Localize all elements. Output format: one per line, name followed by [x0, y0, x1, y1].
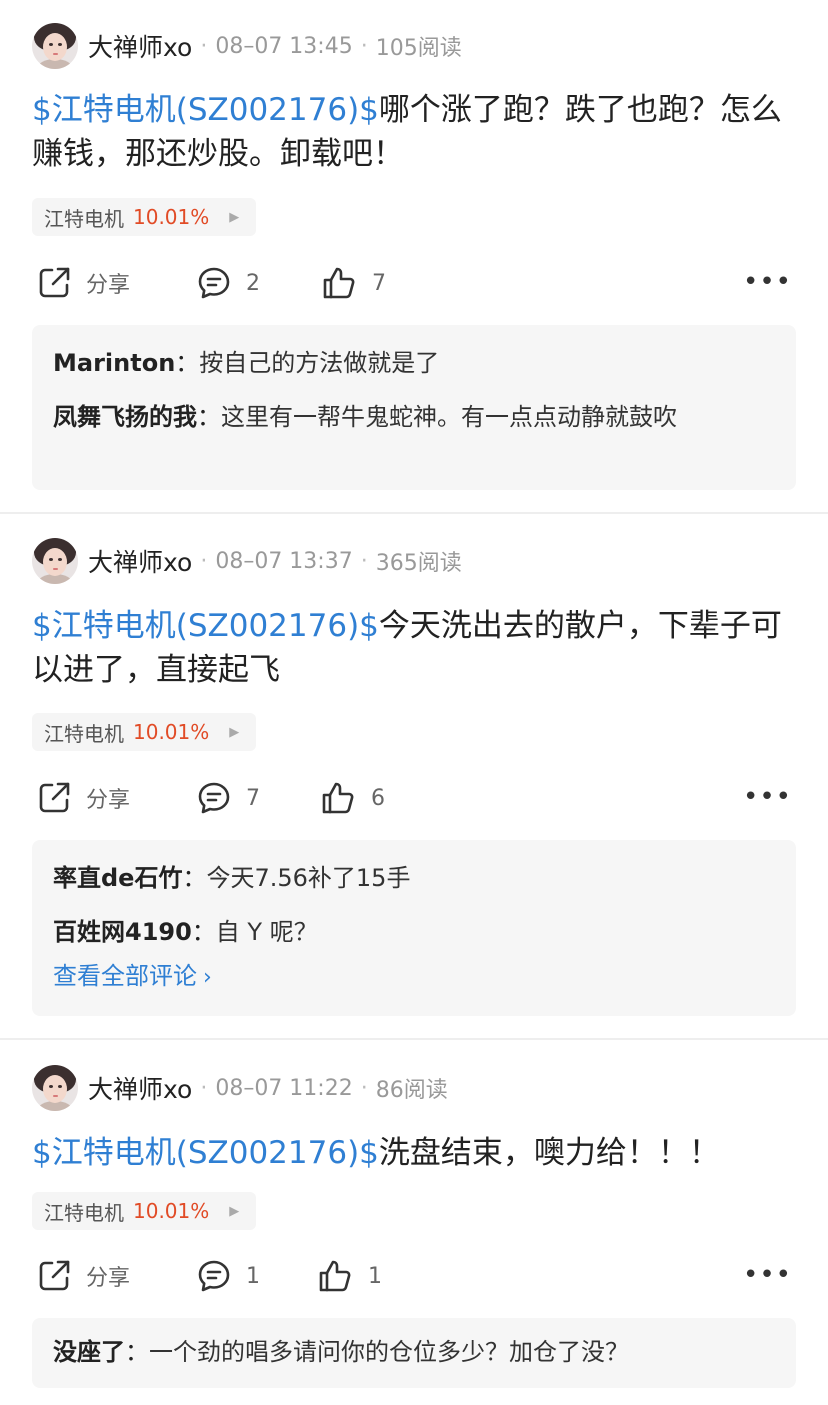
stock-tag-name: 江特电机: [44, 721, 124, 746]
comment-preview[interactable]: 率直de石竹：今天7.56补了15手 百姓网4190：自 Y 呢？ 查看全部评论…: [32, 840, 796, 1016]
comment-user[interactable]: 凤舞飞扬的我: [53, 403, 197, 431]
stock-tag-name: 江特电机: [44, 206, 124, 231]
separator-dot: ·: [360, 1075, 368, 1101]
comment-item[interactable]: 凤舞飞扬的我：这里有一帮牛鬼蛇神。有一点点动静就鼓吹: [53, 397, 776, 437]
more-icon[interactable]: •••: [743, 267, 792, 297]
caret-right-icon: ▶: [229, 1203, 240, 1219]
comment-user[interactable]: 百姓网4190: [53, 918, 192, 946]
post-1[interactable]: 大禅师xo · 08–07 13:45 · 105阅读 $江特电机(SZ0021…: [0, 0, 828, 514]
share-label: 分享: [86, 273, 131, 298]
like-icon: [322, 782, 354, 814]
comment-user[interactable]: 没座了: [53, 1338, 125, 1366]
avatar[interactable]: [32, 23, 78, 69]
like-button[interactable]: 6: [321, 778, 385, 818]
post-header: 大禅师xo · 08–07 11:22 · 86阅读: [32, 1064, 448, 1112]
stock-tag-change: 10.01%: [133, 1199, 210, 1223]
like-button[interactable]: 1: [318, 1256, 382, 1296]
comment-icon: [198, 782, 230, 814]
comment-preview[interactable]: Marinton：按自己的方法做就是了 凤舞飞扬的我：这里有一帮牛鬼蛇神。有一点…: [32, 325, 796, 490]
stock-tag[interactable]: 江特电机 10.01% ▶: [32, 713, 256, 751]
read-count: 86阅读: [375, 1078, 448, 1103]
action-bar: 分享 1 1 •••: [32, 1256, 796, 1296]
comment-count: 7: [246, 785, 260, 811]
comment-button[interactable]: 1: [196, 1256, 260, 1296]
like-count: 7: [372, 270, 386, 296]
author-name[interactable]: 大禅师xo: [88, 1070, 192, 1106]
post-time: 08–07 13:45: [215, 33, 353, 59]
more-icon[interactable]: •••: [743, 782, 792, 812]
view-all-comments-link[interactable]: 查看全部评论 ›: [53, 960, 776, 994]
share-button[interactable]: 分享: [36, 778, 130, 818]
comment-button[interactable]: 2: [196, 263, 260, 303]
post-time: 08–07 13:37: [215, 548, 353, 574]
comment-text: 今天7.56补了15手: [206, 864, 411, 892]
comment-text: 一个劲的唱多请问你的仓位多少？加仓了没？: [149, 1338, 629, 1366]
post-3[interactable]: 大禅师xo · 08–07 11:22 · 86阅读 $江特电机(SZ00217…: [0, 1040, 828, 1405]
comment-text: 按自己的方法做就是了: [199, 349, 440, 377]
author-name[interactable]: 大禅师xo: [88, 28, 192, 64]
comment-user[interactable]: 率直de石竹: [53, 864, 182, 892]
post-header: 大禅师xo · 08–07 13:37 · 365阅读: [32, 537, 462, 585]
post-content[interactable]: $江特电机(SZ002176)$今天洗出去的散户，下辈子可以进了，直接起飞: [32, 604, 802, 692]
post-text: 洗盘结束，噢力给！！！: [378, 1135, 720, 1171]
comment-item[interactable]: 没座了：一个劲的唱多请问你的仓位多少？加仓了没？: [53, 1332, 776, 1372]
share-icon: [39, 1260, 70, 1291]
separator-dot: ·: [200, 33, 208, 59]
avatar[interactable]: [32, 1065, 78, 1111]
more-icon[interactable]: •••: [743, 1260, 792, 1290]
post-time: 08–07 11:22: [215, 1075, 353, 1101]
comment-button[interactable]: 7: [196, 778, 260, 818]
separator-dot: ·: [200, 548, 208, 574]
caret-right-icon: ▶: [229, 724, 240, 740]
share-label: 分享: [86, 1266, 131, 1291]
post-header: 大禅师xo · 08–07 13:45 · 105阅读: [32, 22, 462, 70]
like-icon: [323, 267, 355, 299]
stock-tag[interactable]: 江特电机 10.01% ▶: [32, 198, 256, 236]
post-2[interactable]: 大禅师xo · 08–07 13:37 · 365阅读 $江特电机(SZ0021…: [0, 514, 828, 1040]
caret-right-icon: ▶: [229, 209, 240, 225]
stock-tag-name: 江特电机: [44, 1200, 124, 1225]
view-all-label: 查看全部评论: [53, 962, 197, 990]
comment-icon: [198, 1260, 230, 1292]
share-label: 分享: [86, 788, 131, 813]
like-button[interactable]: 7: [322, 263, 386, 303]
share-icon: [39, 267, 70, 298]
action-bar: 分享 7 6 •••: [32, 778, 796, 818]
stock-tag-change: 10.01%: [133, 720, 210, 744]
action-bar: 分享 2 7 •••: [32, 263, 796, 303]
stock-link[interactable]: $江特电机(SZ002176)$: [32, 608, 379, 644]
separator-dot: ·: [360, 548, 368, 574]
comment-item[interactable]: Marinton：按自己的方法做就是了: [53, 343, 776, 383]
comment-preview[interactable]: 没座了：一个劲的唱多请问你的仓位多少？加仓了没？: [32, 1318, 796, 1388]
author-name[interactable]: 大禅师xo: [88, 543, 192, 579]
read-count: 365阅读: [375, 551, 462, 576]
share-button[interactable]: 分享: [36, 263, 130, 303]
avatar[interactable]: [32, 538, 78, 584]
comment-item[interactable]: 百姓网4190：自 Y 呢？: [53, 912, 776, 952]
separator-dot: ·: [200, 1075, 208, 1101]
share-button[interactable]: 分享: [36, 1256, 130, 1296]
like-count: 6: [371, 785, 385, 811]
comment-icon: [198, 267, 230, 299]
stock-tag[interactable]: 江特电机 10.01% ▶: [32, 1192, 256, 1230]
comment-item[interactable]: 率直de石竹：今天7.56补了15手: [53, 858, 776, 898]
like-count: 1: [368, 1263, 382, 1289]
post-content[interactable]: $江特电机(SZ002176)$哪个涨了跑？跌了也跑？怎么赚钱，那还炒股。卸载吧…: [32, 88, 802, 176]
like-icon: [319, 1260, 351, 1292]
comment-count: 1: [246, 1263, 260, 1289]
stock-tag-change: 10.01%: [133, 205, 210, 229]
comment-user[interactable]: Marinton: [53, 349, 175, 377]
comment-text: 这里有一帮牛鬼蛇神。有一点点动静就鼓吹: [221, 403, 677, 431]
separator-dot: ·: [360, 33, 368, 59]
comment-count: 2: [246, 270, 260, 296]
post-content[interactable]: $江特电机(SZ002176)$洗盘结束，噢力给！！！: [32, 1131, 802, 1175]
stock-link[interactable]: $江特电机(SZ002176)$: [32, 1135, 379, 1171]
read-count: 105阅读: [375, 36, 462, 61]
comment-text: 自 Y 呢？: [215, 918, 318, 946]
chevron-right-icon: ›: [203, 965, 212, 990]
share-icon: [39, 782, 70, 813]
stock-link[interactable]: $江特电机(SZ002176)$: [32, 92, 379, 128]
